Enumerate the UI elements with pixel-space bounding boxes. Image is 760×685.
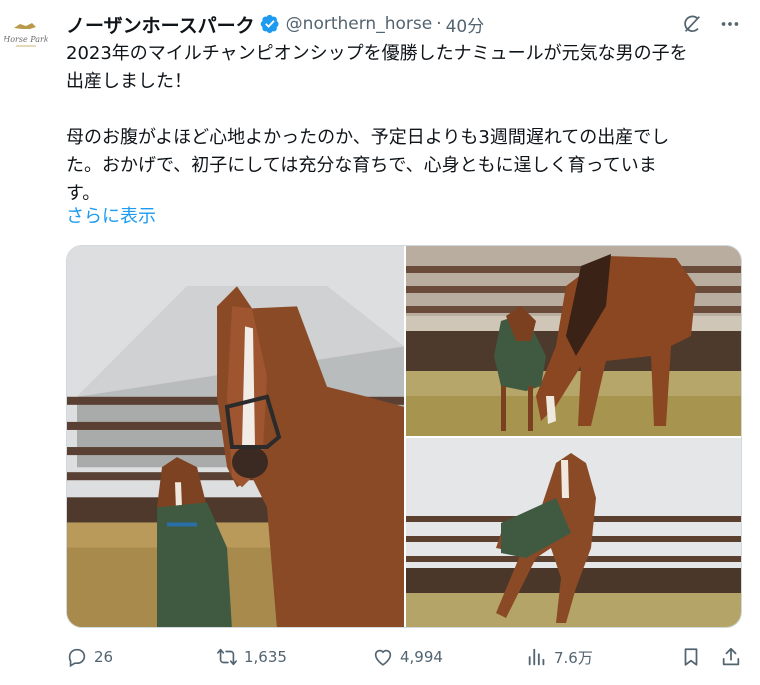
tweet-line: 母のお腹がよほど心地よかったのか、予定日よりも3週間遅れての出産でし [66, 127, 670, 148]
retweet-button[interactable]: 1,635 [216, 646, 287, 668]
photo-mare-and-foal-portrait[interactable] [67, 246, 404, 627]
tweet-line: た。おかげで、初子にしては充分な育ちで、心身ともに逞しく育っていま [66, 155, 657, 176]
heart-icon [374, 649, 392, 666]
like-count: 4,994 [400, 648, 443, 666]
views-button[interactable]: 7.6万 [526, 646, 593, 668]
like-button[interactable]: 4,994 [372, 646, 443, 668]
tweet-line: 2023年のマイルチャンピオンシップを優勝したナミュールが元気な男の子を [66, 43, 688, 64]
reply-count: 26 [94, 648, 114, 666]
tweet-line: す。 [66, 183, 101, 204]
show-more-link[interactable]: さらに表示 [66, 203, 156, 231]
tweet-header: ノーザンホースパーク @northern_horse · 40分 [66, 10, 742, 38]
retweet-icon [217, 648, 237, 666]
photo-mare-grazing-with-foal[interactable] [406, 246, 741, 436]
bookmark-button[interactable] [680, 646, 702, 668]
timestamp[interactable]: 40分 [446, 12, 485, 37]
tweet-text: 2023年のマイルチャンピオンシップを優勝したナミュールが元気な男の子を 出産し… [66, 40, 746, 208]
retweet-count: 1,635 [244, 648, 287, 666]
svg-text:Horse Park: Horse Park [4, 35, 48, 44]
display-name[interactable]: ノーザンホースパーク [66, 11, 255, 38]
northern-horse-park-logo-icon: Horse Park [4, 23, 48, 47]
share-button[interactable] [720, 646, 742, 668]
handle[interactable]: @northern_horse [286, 14, 433, 34]
avatar[interactable]: Horse Park [4, 14, 48, 58]
reply-icon [68, 648, 86, 668]
media-grid [66, 245, 742, 628]
reply-button[interactable]: 26 [66, 646, 113, 668]
more-dots-icon[interactable] [718, 12, 742, 36]
share-icon [722, 647, 740, 666]
bookmark-icon [684, 648, 698, 666]
views-chart-icon [528, 648, 545, 666]
tweet-line: 出産しました！ [66, 71, 192, 92]
photo-foal-rearing-in-paddock[interactable] [406, 438, 741, 627]
grok-icon[interactable] [680, 12, 704, 36]
header-actions [680, 12, 742, 36]
separator-dot: · [436, 14, 442, 34]
action-bar: 26 1,635 4,994 7.6万 [66, 640, 746, 674]
views-count: 7.6万 [554, 648, 593, 667]
verified-badge-icon [260, 14, 280, 34]
